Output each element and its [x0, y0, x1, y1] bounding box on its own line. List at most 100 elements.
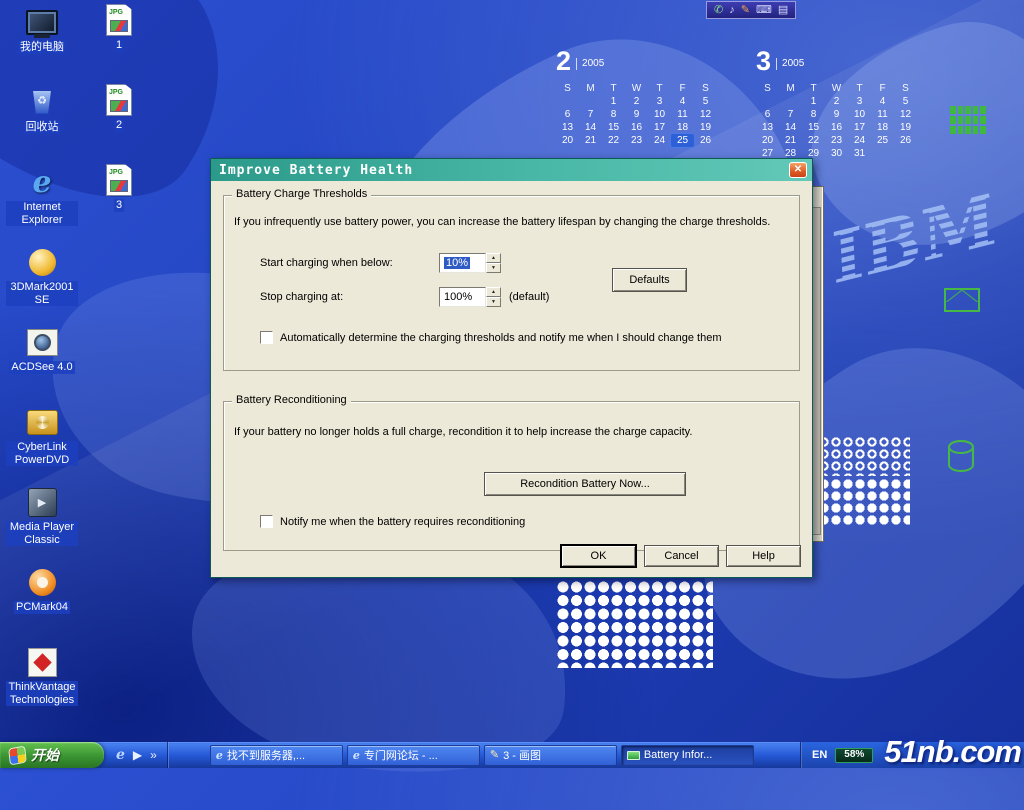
dialog-title: Improve Battery Health: [219, 163, 789, 178]
stop-threshold-spinner[interactable]: 100%: [439, 287, 501, 307]
calendar-date: 12: [694, 108, 717, 121]
desktop-icon-3dmark2001-se[interactable]: 3DMark2001 SE: [6, 242, 78, 322]
language-bar[interactable]: ✆ ♪ ✎ ⌨ ▤: [706, 1, 796, 19]
calendar-day-header: T: [802, 82, 825, 95]
task-label: 3 - 画图: [503, 747, 541, 763]
calendar-empty-cell: [556, 95, 579, 108]
calendar-date: 25: [671, 134, 694, 147]
ok-button[interactable]: OK: [561, 545, 636, 567]
envelope-icon: [944, 288, 980, 312]
spin-up-icon[interactable]: [486, 287, 501, 297]
tray-battery-icon[interactable]: 58%: [835, 748, 873, 763]
jpg-3-icon: JPG: [106, 164, 132, 196]
calendar-date: 17: [648, 121, 671, 134]
desktop-icon-recycle-bin[interactable]: 回收站: [6, 82, 78, 162]
jpg-badge: JPG: [107, 8, 123, 17]
calendar-date: 31: [848, 147, 871, 160]
jpg-thumbnail: [110, 100, 128, 112]
keypad-grid-cell: [973, 106, 979, 114]
keypad-grid-icon: [950, 106, 986, 134]
media-player-classic-icon: [24, 486, 60, 518]
calendar-date: 1: [802, 95, 825, 108]
task-ie-1-button[interactable]: e找不到服务器,...: [210, 745, 343, 766]
keypad-grid-cell: [973, 116, 979, 124]
chevron-icon[interactable]: »: [150, 749, 157, 761]
calendar-date: 16: [825, 121, 848, 134]
desktop-icon-pcmark04[interactable]: PCMark04: [6, 562, 78, 642]
task-battery-button[interactable]: Battery Infor...: [621, 745, 754, 766]
desktop-icon-powerdvd[interactable]: CyberLink PowerDVD: [6, 402, 78, 482]
calendar-empty-cell: [779, 95, 802, 108]
desktop-icon-media-player-classic[interactable]: Media Player Classic: [6, 482, 78, 562]
calendar-date: 21: [579, 134, 602, 147]
desktop-icon-acdsee[interactable]: ACDSee 4.0: [6, 322, 78, 402]
calendar-empty-cell: [756, 95, 779, 108]
calendar-day-header: W: [825, 82, 848, 95]
start-button-label: 开始: [31, 745, 59, 765]
task-ie-2-button[interactable]: e专门网论坛 - ...: [347, 745, 480, 766]
calendar-date: 5: [894, 95, 917, 108]
calendar-date: 11: [871, 108, 894, 121]
desktop-icon-label: 2: [114, 119, 124, 132]
jpg-badge: JPG: [107, 88, 123, 97]
pen-icon[interactable]: ✎: [741, 5, 750, 16]
defaults-button[interactable]: Defaults: [612, 268, 687, 292]
keyboard-icon[interactable]: ⌨: [756, 5, 772, 16]
taskbar: 开始 e ▶ » e找不到服务器,...e专门网论坛 - ...✎3 - 画图Bat…: [0, 742, 1024, 768]
calendar-date: 23: [825, 134, 848, 147]
desktop-icon-jpg-1[interactable]: JPG1: [90, 0, 148, 80]
close-icon[interactable]: [789, 162, 807, 178]
desktop-icon-thinkvantage[interactable]: ThinkVantage Technologies: [6, 642, 78, 722]
calendar-date: 22: [602, 134, 625, 147]
calendar-date: 1: [602, 95, 625, 108]
jpg-badge: JPG: [107, 168, 123, 177]
speaker-icon[interactable]: ♪: [729, 5, 735, 16]
desktop-icon-my-computer[interactable]: 我的电脑: [6, 2, 78, 82]
auto-determine-checkbox-label[interactable]: Automatically determine the charging thr…: [280, 332, 721, 344]
calendar-empty-cell: [894, 147, 917, 160]
dialog-titlebar[interactable]: Improve Battery Health: [211, 159, 812, 181]
start-threshold-spinner[interactable]: 10%: [439, 253, 501, 273]
help-button[interactable]: Help: [726, 545, 801, 567]
stop-charging-label: Stop charging at:: [260, 291, 343, 303]
desktop-icon-jpg-3[interactable]: JPG3: [90, 160, 148, 240]
calendar-date: 21: [779, 134, 802, 147]
notify-reconditioning-checkbox[interactable]: [260, 515, 273, 528]
task-button-strip: e找不到服务器,...e专门网论坛 - ...✎3 - 画图Battery In…: [168, 742, 800, 768]
start-button[interactable]: 开始: [0, 742, 104, 768]
calendar-date: 18: [671, 121, 694, 134]
phone-icon[interactable]: ✆: [714, 5, 723, 16]
battery-reconditioning-group: Battery Reconditioning If your battery n…: [223, 401, 800, 551]
keypad-grid-cell: [980, 106, 986, 114]
notify-reconditioning-checkbox-label[interactable]: Notify me when the battery requires reco…: [280, 516, 525, 528]
calendar-date: 19: [894, 121, 917, 134]
calendar-date: 24: [648, 134, 671, 147]
ie-icon[interactable]: e: [116, 748, 125, 762]
calendar-day-header: T: [648, 82, 671, 95]
pcmark04-icon: [24, 566, 60, 598]
calendar-date: 19: [694, 121, 717, 134]
calendar-date: 17: [848, 121, 871, 134]
calendar-date: 8: [602, 108, 625, 121]
auto-determine-checkbox[interactable]: [260, 331, 273, 344]
keypad-grid-cell: [950, 126, 956, 134]
spin-down-icon[interactable]: [486, 297, 501, 307]
task-paint-button[interactable]: ✎3 - 画图: [484, 745, 617, 766]
calendar-day-header: T: [848, 82, 871, 95]
cancel-button[interactable]: Cancel: [644, 545, 719, 567]
spin-down-icon[interactable]: [486, 263, 501, 273]
calendar-year: 2005: [776, 58, 804, 70]
calendar-grid: SMTWTFS123456789101112131415161718192021…: [556, 82, 726, 147]
desktop-icon-internet-explorer[interactable]: Internet Explorer: [6, 162, 78, 242]
calendar-date: 4: [671, 95, 694, 108]
start-charging-label: Start charging when below:: [260, 257, 393, 269]
language-indicator[interactable]: EN: [812, 749, 827, 761]
media-player-icon[interactable]: ▶: [133, 749, 142, 761]
spin-up-icon[interactable]: [486, 253, 501, 263]
desktop-icon-jpg-2[interactable]: JPG 2: [90, 80, 148, 160]
ie-page-icon: e: [216, 750, 223, 761]
stop-threshold-value-box[interactable]: 100%: [439, 287, 486, 307]
notes-icon[interactable]: ▤: [778, 5, 788, 16]
recondition-battery-button[interactable]: Recondition Battery Now...: [484, 472, 686, 496]
start-threshold-value-box[interactable]: 10%: [439, 253, 486, 273]
